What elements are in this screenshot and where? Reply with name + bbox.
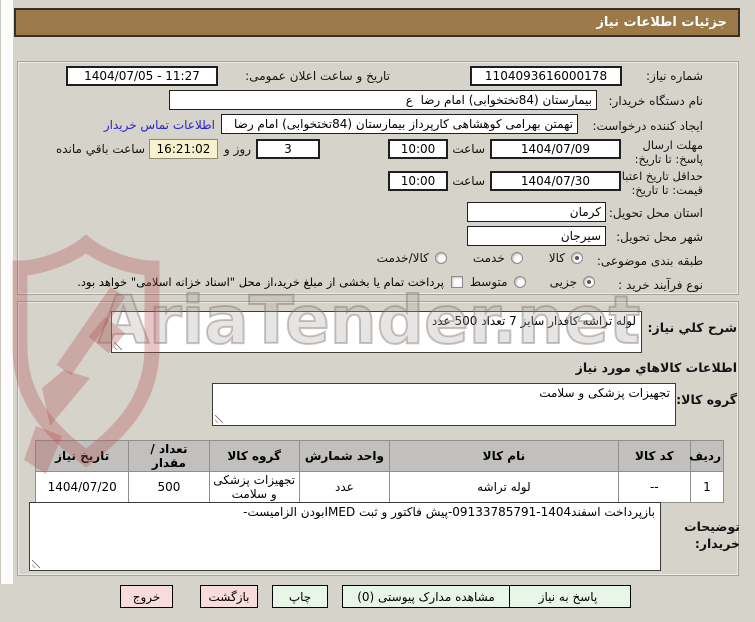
header-unit: واحد شمارش: [298, 440, 391, 472]
option-goods-service[interactable]: کالا/خدمت: [377, 251, 447, 265]
deadline-date-field[interactable]: [490, 139, 621, 159]
cell-item-group: تجهیزات پزشکی و سلامت: [208, 471, 300, 503]
cell-unit: عدد: [298, 471, 391, 503]
buyer-contact-link[interactable]: اطلاعات تماس خریدار: [104, 118, 215, 132]
goods-section-heading: اطلاعات کالاهاي مورد نیاز: [575, 360, 737, 375]
scrollbar-track[interactable]: [0, 0, 13, 584]
radio-goods-icon[interactable]: [571, 252, 583, 264]
buyer-notes-label: توضیحات خریدار:: [684, 519, 740, 551]
need-description-textarea[interactable]: لوله تراشه کافدار سایز 7 تعداد 500 عدد: [111, 311, 642, 353]
response-deadline-label: مهلت ارسال پاسخ: تا تاریخ:: [634, 138, 703, 166]
option-goods-service-label: کالا/خدمت: [376, 251, 429, 265]
buyer-notes-text: بازپرداخت اسفند1404-09133785791-پیش فاکت…: [243, 505, 655, 519]
need-details-page: جزئیات اطلاعات نیاز شماره نیاز: تاریخ و …: [0, 0, 755, 622]
option-goods[interactable]: کالا: [549, 251, 583, 265]
cell-quantity: 500: [128, 471, 210, 503]
city-field[interactable]: [467, 226, 606, 246]
cell-item-name: لوله تراشه: [389, 471, 619, 503]
purchase-process-options: جزیی متوسط: [470, 275, 595, 289]
days-and-label: روز و: [224, 142, 251, 156]
respond-to-need-button[interactable]: پاسخ به نیاز: [505, 585, 631, 608]
cell-need-date: 1404/07/20: [34, 471, 130, 503]
goods-table: ردیف کد کالا نام کالا واحد شمارش گروه کا…: [34, 440, 725, 503]
header-item-code: کد کالا: [617, 440, 691, 472]
validity-hour-label: ساعت: [452, 174, 485, 188]
province-field[interactable]: [467, 202, 606, 222]
request-creator-label: ایجاد کننده درخواست:: [592, 119, 703, 133]
back-button[interactable]: بازگشت: [200, 585, 258, 608]
exit-button[interactable]: خروج: [120, 585, 173, 608]
treasury-payment-option: پرداخت تمام یا بخشی از مبلغ خرید،از محل …: [77, 275, 463, 289]
goods-table-header-row: ردیف کد کالا نام کالا واحد شمارش گروه کا…: [34, 440, 725, 472]
option-partial[interactable]: جزیی: [550, 275, 595, 289]
header-item-name: نام کالا: [389, 440, 619, 472]
purchase-process-label: نوع فرآیند خرید :: [618, 278, 703, 292]
city-label: شهر محل تحویل:: [616, 230, 703, 244]
radio-service-icon[interactable]: [510, 252, 523, 264]
option-medium-label: متوسط: [469, 275, 508, 289]
option-service-label: خدمت: [472, 251, 505, 265]
buyer-notes-textarea[interactable]: بازپرداخت اسفند1404-09133785791-پیش فاکت…: [29, 502, 661, 571]
goods-group-textarea[interactable]: تجهیزات پزشکی و سلامت: [212, 383, 676, 426]
request-creator-field[interactable]: [221, 114, 578, 134]
radio-medium-icon[interactable]: [513, 276, 526, 288]
header-row-number: ردیف: [689, 440, 725, 472]
time-remaining-field[interactable]: [149, 139, 218, 159]
option-partial-label: جزیی: [549, 275, 577, 289]
page-title: جزئیات اطلاعات نیاز: [14, 8, 740, 37]
option-medium[interactable]: متوسط: [470, 275, 526, 289]
cell-row-number: 1: [689, 471, 725, 503]
treasury-checkbox-icon[interactable]: [451, 276, 463, 288]
radio-goods-service-icon[interactable]: [434, 252, 447, 264]
buyer-org-field[interactable]: [169, 90, 597, 110]
treasury-checkbox-label: پرداخت تمام یا بخشی از مبلغ خرید،از محل …: [77, 275, 444, 289]
province-label: استان محل تحویل:: [608, 206, 703, 220]
resize-grip-icon[interactable]: [114, 342, 122, 350]
radio-partial-icon[interactable]: [583, 276, 595, 288]
deadline-hour-label: ساعت: [452, 142, 485, 156]
resize-grip-icon[interactable]: [32, 560, 40, 568]
header-quantity: تعداد / مقدار: [128, 440, 210, 472]
goods-group-text: تجهیزات پزشکی و سلامت: [539, 386, 670, 400]
deadline-time-field[interactable]: [388, 139, 448, 159]
need-description-label: شرح کلي نیاز:: [647, 320, 737, 335]
resize-grip-icon[interactable]: [215, 415, 223, 423]
option-service[interactable]: خدمت: [473, 251, 523, 265]
goods-table-row: 1 -- لوله تراشه عدد تجهیزات پزشکی و سلام…: [34, 471, 725, 503]
cell-item-code: --: [617, 471, 691, 503]
print-button[interactable]: چاپ: [272, 585, 328, 608]
validity-time-field[interactable]: [388, 171, 448, 191]
buyer-org-label: نام دستگاه خریدار:: [608, 94, 704, 108]
view-attachments-button[interactable]: مشاهده مدارک پیوستی (0): [342, 585, 510, 608]
hours-remaining-label: ساعت باقي مانده: [55, 142, 145, 156]
announce-datetime-field[interactable]: [66, 66, 218, 86]
option-goods-label: کالا: [548, 251, 565, 265]
subject-class-options: کالا خدمت کالا/خدمت: [377, 251, 583, 265]
days-remaining-field[interactable]: [256, 139, 320, 159]
need-description-text: لوله تراشه کافدار سایز 7 تعداد 500 عدد: [431, 314, 636, 328]
goods-group-label: گروه کالا:: [676, 392, 737, 407]
announce-datetime-label: تاریخ و ساعت اعلان عمومی:: [245, 69, 390, 83]
need-number-field[interactable]: [470, 66, 622, 86]
header-need-date: تاریخ نیاز: [34, 440, 130, 472]
price-validity-label: حداقل تاریخ اعتبار قیمت: تا تاریخ:: [616, 169, 703, 197]
subject-class-label: طبقه بندی موضوعی:: [596, 254, 703, 268]
header-item-group: گروه کالا: [208, 440, 300, 472]
validity-date-field[interactable]: [490, 171, 621, 191]
need-number-label: شماره نیاز:: [646, 69, 703, 83]
